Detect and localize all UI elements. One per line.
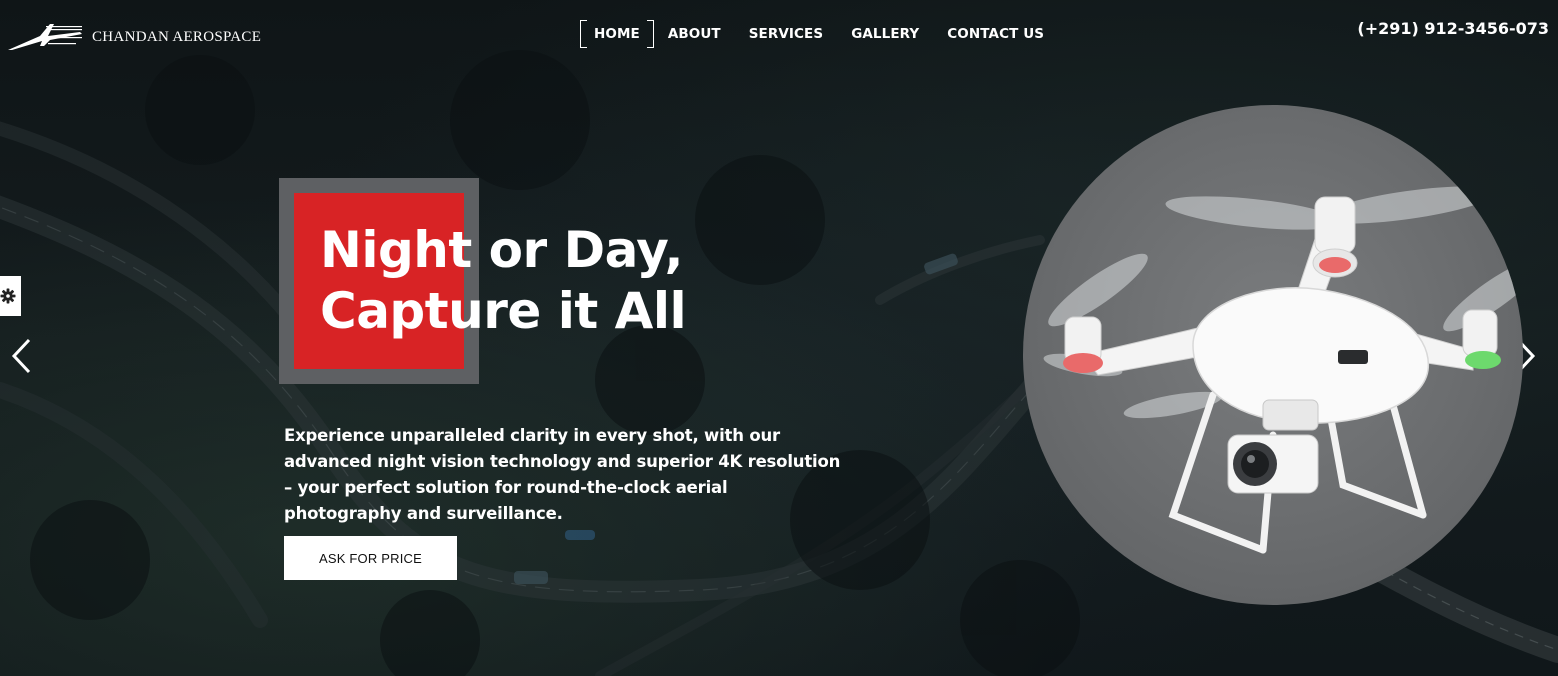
headline-line-2: Capture it All — [320, 282, 687, 340]
phone-number[interactable]: (+291) 912-3456-073 — [1357, 19, 1549, 38]
nav-about[interactable]: ABOUT — [654, 20, 735, 48]
headline-line-1: Night or Day, — [320, 221, 684, 279]
hero-headline: Night or Day, Capture it All — [320, 220, 687, 342]
ask-for-price-button[interactable]: ASK FOR PRICE — [284, 536, 457, 580]
nav-home[interactable]: HOME — [580, 20, 654, 48]
brand-name: CHANDAN AEROSPACE — [92, 28, 262, 45]
drone-icon — [1043, 186, 1523, 554]
nav-contact-us[interactable]: CONTACT US — [933, 20, 1058, 48]
gear-icon — [0, 288, 15, 304]
aircraft-logo-icon — [8, 24, 82, 50]
nav-gallery[interactable]: GALLERY — [837, 20, 933, 48]
main-navigation: HOME ABOUT SERVICES GALLERY CONTACT US — [580, 20, 1058, 48]
settings-tab[interactable] — [0, 276, 21, 316]
nav-services[interactable]: SERVICES — [735, 20, 837, 48]
chevron-left-icon — [11, 338, 31, 374]
brand-logo[interactable]: CHANDAN AEROSPACE — [6, 16, 261, 52]
slider-prev-button[interactable] — [10, 338, 34, 374]
hero-description: Experience unparalleled clarity in every… — [284, 426, 841, 523]
drone-image-circle — [1023, 105, 1523, 605]
